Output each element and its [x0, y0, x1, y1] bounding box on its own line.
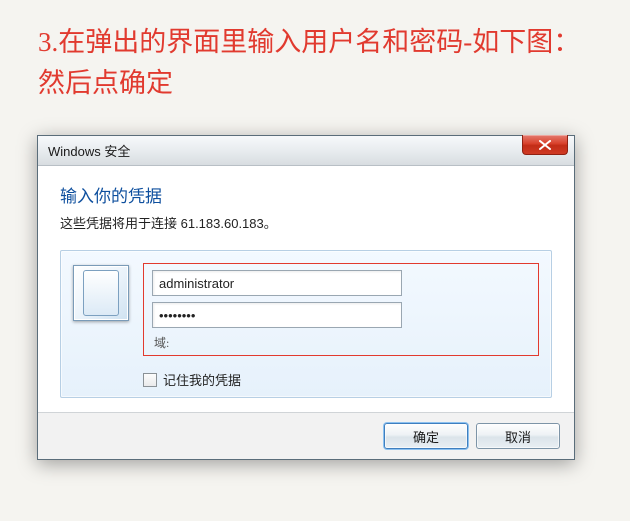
close-icon — [539, 140, 551, 150]
cancel-button[interactable]: 取消 — [476, 423, 560, 449]
remember-row: 记住我的凭据 — [143, 370, 539, 389]
credentials-dialog: Windows 安全 输入你的凭据 这些凭据将用于连接 61.183.60.18… — [37, 135, 575, 460]
credentials-panel: 域: 记住我的凭据 — [60, 250, 552, 398]
remember-label: 记住我的凭据 — [163, 370, 241, 389]
dialog-title: Windows 安全 — [48, 141, 130, 160]
ok-button[interactable]: 确定 — [384, 423, 468, 449]
credentials-heading: 输入你的凭据 — [60, 182, 552, 207]
titlebar: Windows 安全 — [38, 136, 574, 166]
dialog-body: 输入你的凭据 这些凭据将用于连接 61.183.60.183。 域: 记住我的凭… — [38, 166, 574, 412]
fields-highlight-box: 域: — [143, 263, 539, 356]
password-field[interactable] — [152, 302, 402, 328]
user-avatar-icon — [73, 265, 129, 321]
close-button[interactable] — [522, 135, 568, 155]
remember-checkbox[interactable] — [143, 373, 157, 387]
instruction-text: 3.在弹出的界面里输入用户名和密码-如下图：然后点确定 — [38, 22, 590, 103]
domain-label: 域: — [154, 334, 530, 351]
dialog-footer: 确定 取消 — [38, 412, 574, 459]
username-field[interactable] — [152, 270, 402, 296]
credentials-subtext: 这些凭据将用于连接 61.183.60.183。 — [60, 213, 552, 232]
